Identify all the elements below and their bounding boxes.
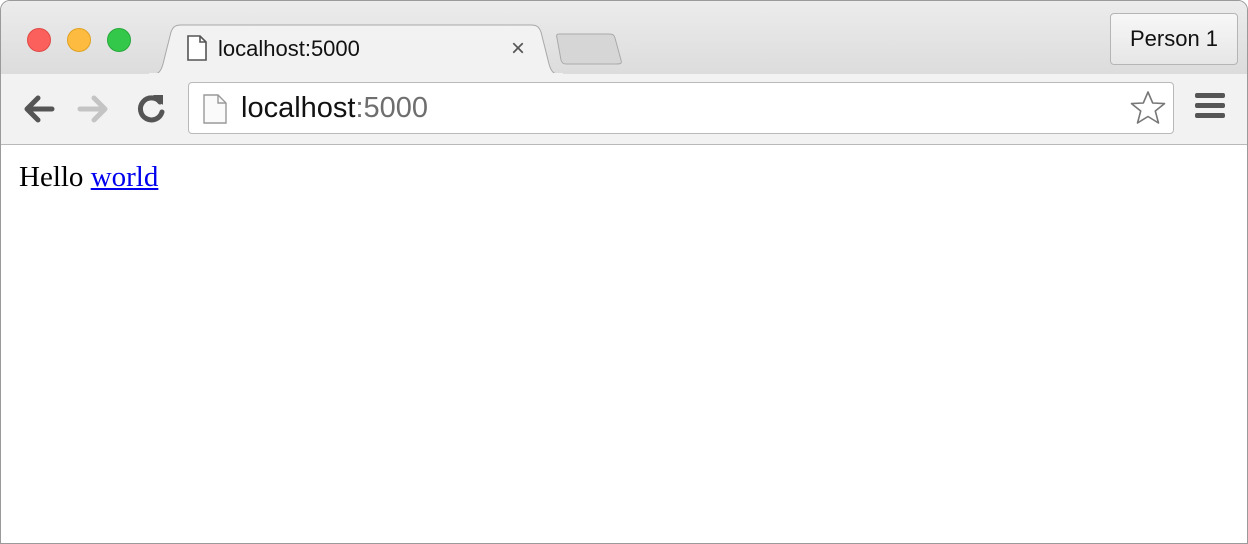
zoom-window-button[interactable] <box>107 28 131 52</box>
tab-title: localhost:5000 <box>218 36 360 61</box>
world-link[interactable]: world <box>91 161 159 193</box>
page-content: Hello world <box>1 146 1247 543</box>
profile-button[interactable]: Person 1 <box>1110 13 1238 65</box>
address-bar[interactable]: localhost:5000 <box>188 82 1174 134</box>
document-icon <box>187 35 207 61</box>
hamburger-menu-icon[interactable] <box>1195 93 1227 125</box>
forward-arrow-icon[interactable] <box>75 91 111 127</box>
back-arrow-icon[interactable] <box>21 91 57 127</box>
browser-window: localhost:5000 × Person 1 localhost:5000 <box>0 0 1248 544</box>
minimize-window-button[interactable] <box>67 28 91 52</box>
page-icon <box>203 94 227 124</box>
url-host: localhost <box>241 92 356 124</box>
close-window-button[interactable] <box>27 28 51 52</box>
close-tab-icon[interactable]: × <box>511 37 525 61</box>
tab-localhost[interactable]: localhost:5000 × <box>149 24 563 75</box>
tab-strip: localhost:5000 × Person 1 <box>1 1 1247 75</box>
url-port: :5000 <box>355 92 429 124</box>
reload-icon[interactable] <box>133 91 169 127</box>
star-icon[interactable] <box>1129 90 1167 126</box>
new-tab-button[interactable] <box>555 32 623 66</box>
hello-text: Hello <box>19 161 84 193</box>
toolbar: localhost:5000 <box>1 74 1247 145</box>
url-text: localhost:5000 <box>241 92 428 125</box>
